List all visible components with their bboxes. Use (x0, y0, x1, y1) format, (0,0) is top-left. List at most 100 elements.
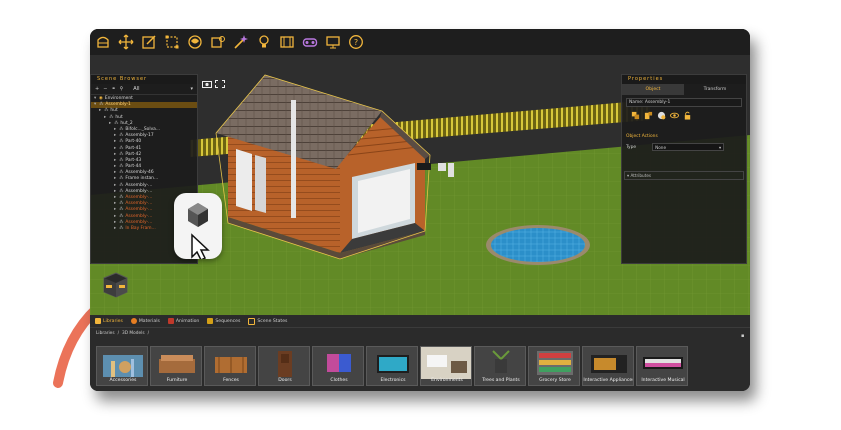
category-card[interactable]: Trees and Plants (474, 346, 526, 386)
object-actions-heading: Object Actions (626, 134, 658, 139)
pin-icon[interactable]: ▪ (741, 333, 746, 339)
sequences-icon (207, 318, 214, 324)
animation-icon (167, 318, 174, 324)
category-thumbnail (103, 355, 143, 377)
category-card[interactable]: Interactive Musical (636, 346, 688, 386)
svg-text:?: ? (354, 38, 358, 47)
libraries-icon (95, 318, 101, 324)
cube-gear-icon[interactable] (209, 33, 227, 51)
chevron-down-icon[interactable]: ▾ (190, 86, 193, 92)
category-label: Clothes (330, 378, 348, 383)
name-value: Assembly-1 (644, 100, 671, 105)
vr-goggles-icon[interactable] (301, 33, 319, 51)
category-label: Grocery Store (539, 378, 571, 383)
type-row: Type None ▾ (622, 143, 746, 151)
lock-icon[interactable] (682, 110, 692, 120)
category-label: Trees and Plants (482, 378, 520, 383)
monitor-icon[interactable] (324, 33, 342, 51)
add-icon[interactable]: + (95, 86, 99, 92)
scene-browser-tools: + − ⚭ ⚲ All ▾ (91, 84, 197, 95)
category-label: Electronics (380, 378, 406, 383)
help-icon[interactable]: ? (347, 33, 365, 51)
select-box-icon[interactable] (163, 33, 181, 51)
cube-cursor-icon (188, 203, 210, 262)
category-card[interactable]: Clothes (312, 346, 364, 386)
category-label: Environments (431, 378, 463, 383)
category-card[interactable]: Grocery Store (528, 346, 580, 386)
category-thumbnail (377, 355, 409, 373)
category-thumbnail (591, 355, 627, 373)
tab-transform[interactable]: Transform (684, 84, 746, 95)
navigation-cube-icon[interactable] (100, 270, 130, 300)
light-bulb-icon[interactable] (255, 33, 273, 51)
film-icon[interactable] (278, 33, 296, 51)
move-arrows-icon[interactable] (117, 33, 135, 51)
search-icon[interactable]: ⚲ (120, 86, 124, 92)
name-field[interactable]: Name: Assembly-1 (626, 98, 742, 107)
copy-icon[interactable] (630, 110, 640, 120)
category-thumbnail (327, 354, 351, 372)
category-card[interactable]: Electronics (366, 346, 418, 386)
category-card[interactable]: Accessories (96, 346, 148, 386)
main-toolbar: ? (90, 29, 750, 55)
paste-icon[interactable] (643, 110, 653, 120)
category-thumbnail (278, 351, 292, 377)
category-thumbnail (492, 350, 510, 373)
properties-panel: Properties Object Transform Name: Assemb… (621, 74, 747, 264)
attributes-label: Attributes (630, 173, 652, 178)
material-ball-icon[interactable] (656, 110, 666, 120)
properties-tabs: Object Transform (622, 84, 746, 95)
tab-libraries[interactable]: Libraries (95, 318, 123, 324)
category-thumbnail (421, 347, 471, 379)
globe-paint-icon[interactable] (186, 33, 204, 51)
tab-scene-states[interactable]: Scene States (248, 317, 287, 325)
link-icon[interactable]: ⚭ (111, 86, 115, 92)
name-label: Name: (629, 100, 644, 105)
category-label: Accessories (109, 378, 137, 383)
category-label: Fences (223, 378, 239, 383)
library-tabs: Libraries Materials Animation Sequences … (90, 315, 750, 328)
tree-item-label: In Bay Fram... (125, 225, 156, 231)
category-label: Interactive Appliances (583, 378, 634, 383)
type-value: None (655, 144, 667, 150)
frame-view-icon[interactable] (215, 73, 225, 88)
category-card[interactable]: Fences (204, 346, 256, 386)
tab-sequences[interactable]: Sequences (207, 318, 240, 324)
breadcrumb-separator: / (147, 330, 150, 336)
tab-object[interactable]: Object (622, 84, 684, 95)
category-thumbnail (643, 357, 683, 369)
category-thumbnail (215, 357, 247, 373)
category-label: Interactive Musical (641, 378, 685, 383)
breadcrumb: Libraries / 3D Models / (90, 328, 750, 338)
camera-icon[interactable] (202, 73, 212, 88)
category-card[interactable]: Interactive Appliances (582, 346, 634, 386)
wand-icon[interactable] (232, 33, 250, 51)
category-thumbnail (159, 355, 195, 373)
materials-icon (130, 318, 137, 324)
category-label: Doors (278, 378, 292, 383)
category-card[interactable]: Furniture (150, 346, 202, 386)
breadcrumb-libraries[interactable]: Libraries (96, 331, 115, 336)
type-select[interactable]: None ▾ (652, 143, 725, 151)
eye-icon[interactable] (669, 110, 679, 120)
edit-square-icon[interactable] (140, 33, 158, 51)
breadcrumb-3d-models[interactable]: 3D Models (122, 331, 145, 336)
filter-select[interactable]: All (133, 86, 139, 92)
type-label: Type (626, 144, 637, 150)
tab-materials[interactable]: Materials (130, 318, 160, 324)
library-panel: Libraries Materials Animation Sequences … (90, 315, 750, 391)
remove-icon[interactable]: − (103, 86, 107, 92)
tab-animation[interactable]: Animation (167, 318, 199, 324)
category-cards: Accessories Furniture Fences Doors Clothes El… (96, 346, 688, 386)
category-card[interactable]: Doors (258, 346, 310, 386)
assembly-icon: ⁂ (119, 225, 124, 231)
category-card[interactable]: Environments (420, 346, 472, 386)
scene-states-icon (248, 317, 256, 325)
scene-browser-title: Scene Browser (91, 75, 197, 84)
drag-preview-card (174, 193, 222, 262)
category-thumbnail (537, 351, 573, 375)
properties-title: Properties (622, 75, 746, 84)
attributes-section[interactable]: ▾ Attributes (624, 171, 744, 180)
pencil-shape-icon[interactable] (94, 33, 112, 51)
category-label: Furniture (166, 378, 188, 383)
